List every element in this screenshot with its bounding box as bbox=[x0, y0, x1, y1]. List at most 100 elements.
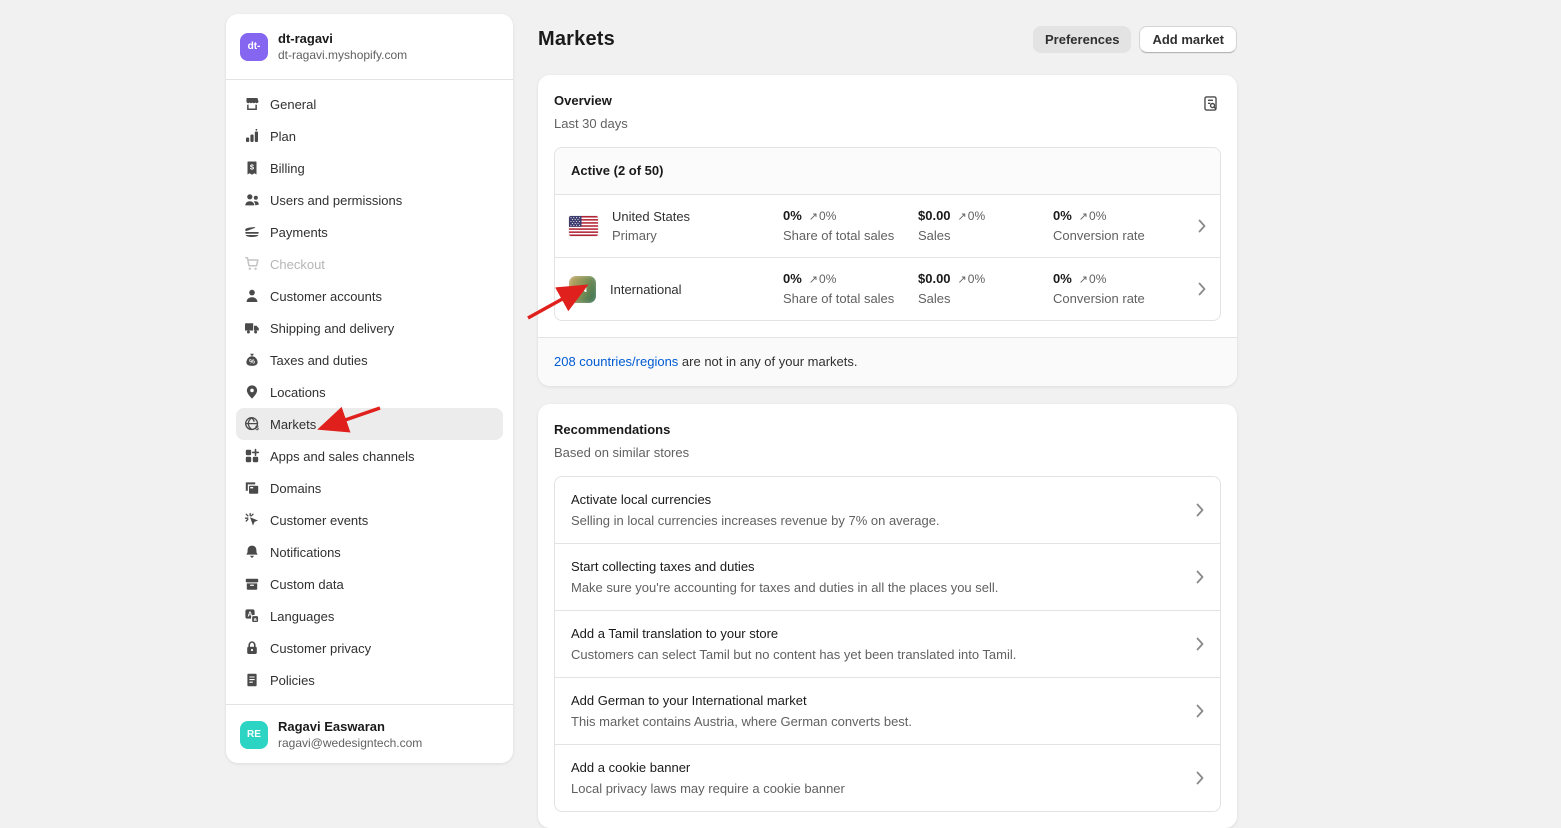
recommendations-subtitle: Based on similar stores bbox=[554, 444, 689, 462]
recommendation-add-tamil-translation[interactable]: Add a Tamil translation to your store Cu… bbox=[555, 610, 1220, 677]
stat-delta: 0% bbox=[1089, 209, 1106, 223]
stat-value: 0% bbox=[783, 270, 802, 288]
sidebar-item-label: Users and permissions bbox=[270, 193, 402, 208]
recommendation-description: This market contains Austria, where Germ… bbox=[571, 712, 1196, 731]
add-market-button[interactable]: Add market bbox=[1139, 26, 1237, 53]
recommendation-title: Activate local currencies bbox=[571, 490, 1196, 509]
countries-regions-link[interactable]: 208 countries/regions bbox=[554, 354, 678, 369]
sidebar-item-languages[interactable]: Aa Languages bbox=[236, 600, 503, 632]
sidebar-item-shipping-and-delivery[interactable]: Shipping and delivery bbox=[236, 312, 503, 344]
sidebar-item-users-and-permissions[interactable]: Users and permissions bbox=[236, 184, 503, 216]
stat-conversion-rate: 0% ↗0% Conversion rate bbox=[1053, 207, 1188, 245]
active-markets-table: Active (2 of 50) United States Primary 0… bbox=[554, 147, 1221, 321]
footer-text: are not in any of your markets. bbox=[678, 354, 857, 369]
recommendation-start-collecting-taxes[interactable]: Start collecting taxes and duties Make s… bbox=[555, 543, 1220, 610]
sidebar-item-plan[interactable]: Plan bbox=[236, 120, 503, 152]
svg-text:%: % bbox=[249, 359, 255, 366]
sidebar-item-custom-data[interactable]: Custom data bbox=[236, 568, 503, 600]
sidebar-item-apps-and-sales-channels[interactable]: Apps and sales channels bbox=[236, 440, 503, 472]
overview-card: Overview Last 30 days Active (2 of 50) U… bbox=[538, 75, 1237, 386]
preferences-button[interactable]: Preferences bbox=[1033, 26, 1131, 53]
sidebar-item-policies[interactable]: Policies bbox=[236, 664, 503, 696]
settings-sidebar: dt- dt-ragavi dt-ragavi.myshopify.com Ge… bbox=[226, 14, 513, 763]
sidebar-item-label: Languages bbox=[270, 609, 334, 624]
sidebar-item-customer-accounts[interactable]: Customer accounts bbox=[236, 280, 503, 312]
sidebar-item-label: Shipping and delivery bbox=[270, 321, 394, 336]
sidebar-item-label: Checkout bbox=[270, 257, 325, 272]
lock-icon bbox=[244, 640, 260, 656]
trend-up-icon: ↗ bbox=[1079, 211, 1088, 223]
store-header: dt- dt-ragavi dt-ragavi.myshopify.com bbox=[226, 14, 513, 80]
stat-value: $0.00 bbox=[918, 270, 951, 288]
document-icon bbox=[244, 672, 260, 688]
stat-sales: $0.00 ↗0% Sales bbox=[918, 207, 1053, 245]
truck-icon bbox=[244, 320, 260, 336]
trend-up-icon: ↗ bbox=[1079, 274, 1088, 286]
stat-conversion-rate: 0% ↗0% Conversion rate bbox=[1053, 270, 1188, 308]
store-icon bbox=[244, 96, 260, 112]
chevron-right-icon bbox=[1196, 771, 1204, 785]
sidebar-item-label: Billing bbox=[270, 161, 305, 176]
stat-delta: 0% bbox=[968, 209, 985, 223]
sidebar-item-label: Markets bbox=[270, 417, 316, 432]
page-header: Markets Preferences Add market bbox=[538, 25, 1237, 53]
chevron-right-icon bbox=[1196, 704, 1204, 718]
chevron-right-icon bbox=[1196, 503, 1204, 517]
sidebar-item-customer-privacy[interactable]: Customer privacy bbox=[236, 632, 503, 664]
international-badge-text: IN bbox=[578, 284, 587, 294]
stat-label: Sales bbox=[918, 227, 1053, 245]
sidebar-item-label: Customer accounts bbox=[270, 289, 382, 304]
trend-up-icon: ↗ bbox=[958, 274, 967, 286]
sidebar-item-locations[interactable]: Locations bbox=[236, 376, 503, 408]
archive-icon bbox=[244, 576, 260, 592]
trend-up-icon: ↗ bbox=[809, 274, 818, 286]
trend-up-icon: ↗ bbox=[809, 211, 818, 223]
store-avatar-text: dt- bbox=[248, 41, 261, 52]
overview-card-head: Overview Last 30 days bbox=[538, 75, 1237, 147]
sidebar-item-label: Domains bbox=[270, 481, 321, 496]
domains-icon bbox=[244, 480, 260, 496]
market-row-international[interactable]: IN International 0% ↗0% Share of total s… bbox=[555, 257, 1220, 320]
sidebar-item-customer-events[interactable]: Customer events bbox=[236, 504, 503, 536]
page-title: Markets bbox=[538, 28, 615, 51]
sidebar-item-label: Locations bbox=[270, 385, 326, 400]
users-icon bbox=[244, 192, 260, 208]
sidebar-item-domains[interactable]: Domains bbox=[236, 472, 503, 504]
sidebar-nav: General Plan $ Billing Users and permiss… bbox=[226, 80, 513, 704]
user-email: ragavi@wedesigntech.com bbox=[278, 735, 422, 751]
stat-value: $0.00 bbox=[918, 207, 951, 225]
credit-card-icon bbox=[244, 224, 260, 240]
trend-up-icon: ↗ bbox=[958, 211, 967, 223]
stat-delta: 0% bbox=[968, 272, 985, 286]
recommendation-title: Add German to your International market bbox=[571, 691, 1196, 710]
sidebar-item-billing[interactable]: $ Billing bbox=[236, 152, 503, 184]
recommendation-activate-local-currencies[interactable]: Activate local currencies Selling in loc… bbox=[555, 477, 1220, 543]
sidebar-item-payments[interactable]: Payments bbox=[236, 216, 503, 248]
stat-share-of-total-sales: 0% ↗0% Share of total sales bbox=[783, 207, 918, 245]
overview-subtitle: Last 30 days bbox=[554, 115, 628, 133]
sidebar-item-taxes-and-duties[interactable]: % Taxes and duties bbox=[236, 344, 503, 376]
chevron-right-icon bbox=[1196, 637, 1204, 651]
sidebar-item-label: General bbox=[270, 97, 316, 112]
sidebar-item-label: Customer events bbox=[270, 513, 368, 528]
recommendation-add-cookie-banner[interactable]: Add a cookie banner Local privacy laws m… bbox=[555, 744, 1220, 811]
cursor-click-icon bbox=[244, 512, 260, 528]
globe-icon: $ bbox=[244, 416, 260, 432]
market-subtitle: Primary bbox=[612, 226, 690, 245]
sidebar-item-label: Policies bbox=[270, 673, 315, 688]
view-report-button[interactable] bbox=[1200, 93, 1221, 117]
translate-icon: Aa bbox=[244, 608, 260, 624]
recommendations-card: Recommendations Based on similar stores … bbox=[538, 404, 1237, 828]
market-row-united-states[interactable]: United States Primary 0% ↗0% Share of to… bbox=[555, 195, 1220, 257]
stat-delta: 0% bbox=[1089, 272, 1106, 286]
recommendation-description: Make sure you're accounting for taxes an… bbox=[571, 578, 1196, 597]
sidebar-item-markets[interactable]: $ Markets bbox=[236, 408, 503, 440]
sidebar-item-general[interactable]: General bbox=[236, 88, 503, 120]
stat-value: 0% bbox=[1053, 207, 1072, 225]
sidebar-item-notifications[interactable]: Notifications bbox=[236, 536, 503, 568]
recommendation-add-german[interactable]: Add German to your International market … bbox=[555, 677, 1220, 744]
svg-text:$: $ bbox=[255, 425, 259, 432]
stat-share-of-total-sales: 0% ↗0% Share of total sales bbox=[783, 270, 918, 308]
cart-icon bbox=[244, 256, 260, 272]
sidebar-item-label: Customer privacy bbox=[270, 641, 371, 656]
